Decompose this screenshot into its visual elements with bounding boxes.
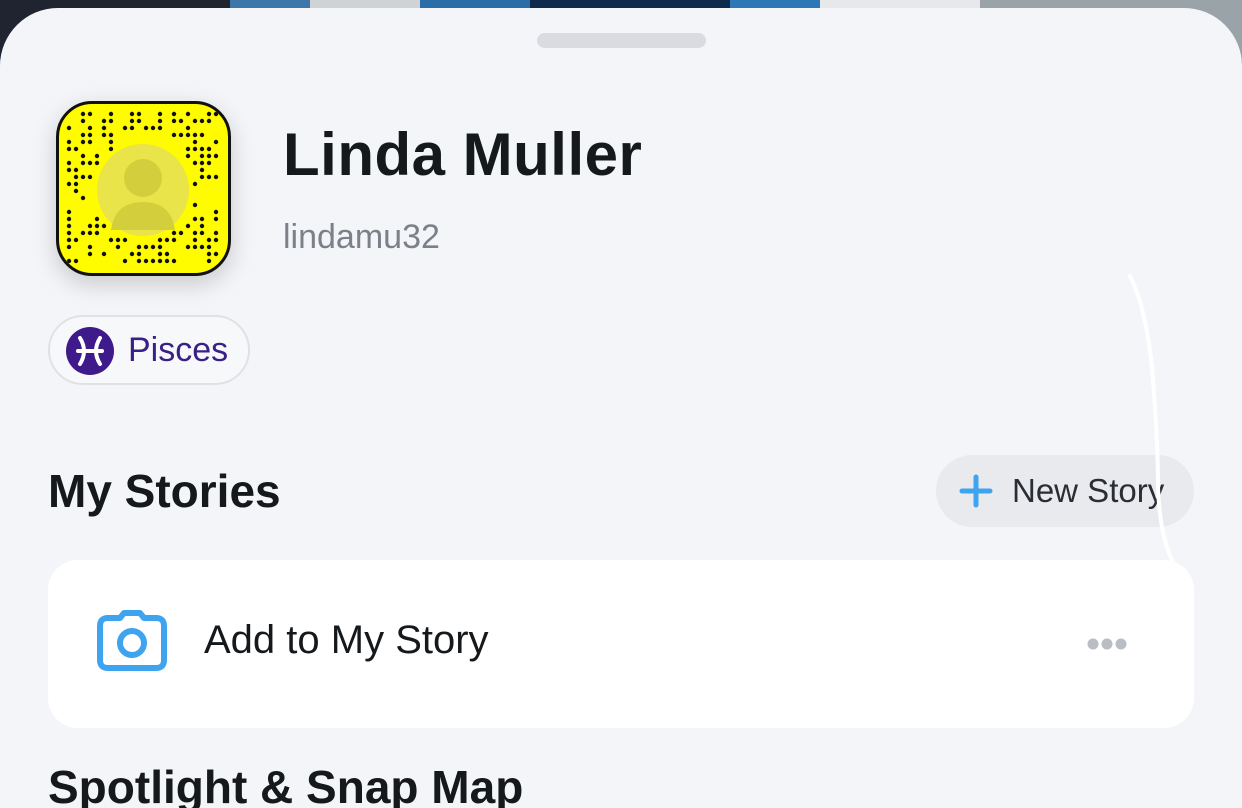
scribble-overlay [1128,274,1176,566]
profile-sheet: Linda Muller lindamu32 Pisces My Stories… [0,8,1242,808]
